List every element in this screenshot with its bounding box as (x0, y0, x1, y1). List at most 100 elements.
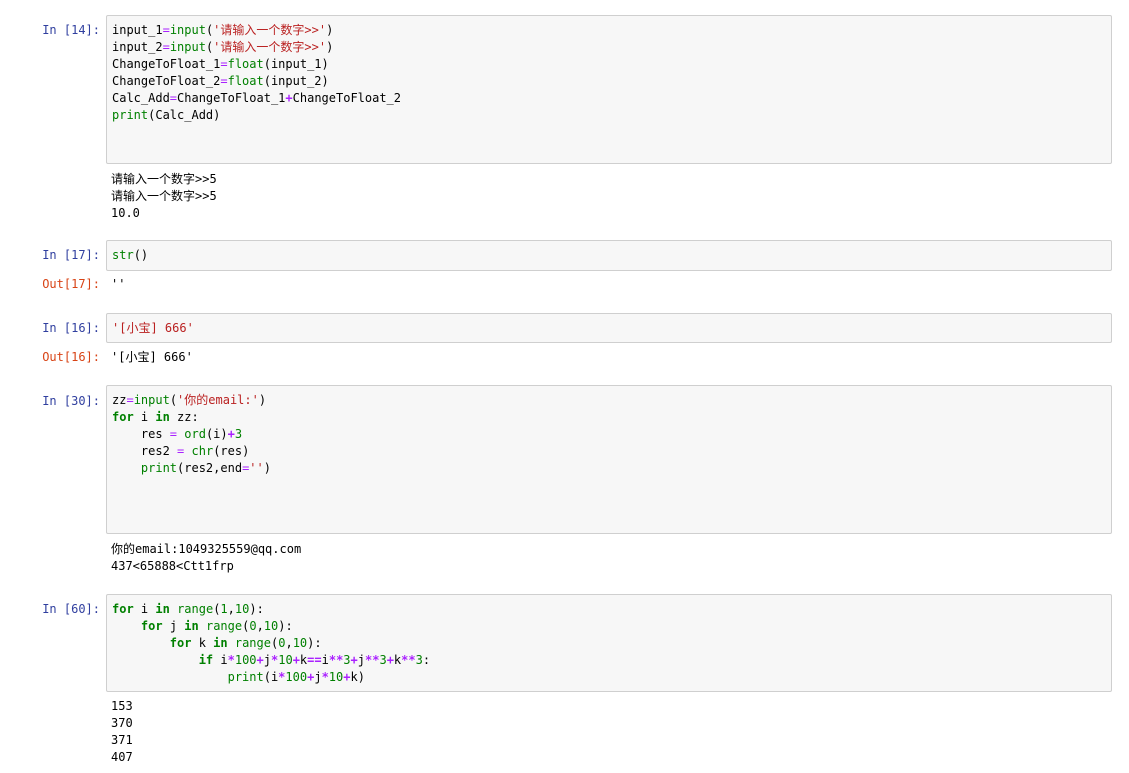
code-token: in (184, 619, 199, 633)
code-token: = (220, 57, 228, 71)
code-token: chr (191, 444, 214, 458)
code-token: ) (263, 461, 271, 475)
code-token: 10 (263, 619, 279, 633)
code-token: ): (278, 619, 293, 633)
code-token: ChangeToFloat_2 (292, 91, 402, 105)
code-token: range (205, 619, 243, 633)
code-input-area[interactable]: for i in range(1,10): for j in range(0,1… (106, 594, 1112, 692)
code-token: i (321, 653, 329, 667)
code-token: + (285, 91, 293, 105)
code-token: (res2,end (177, 461, 243, 475)
code-token: input (169, 23, 206, 37)
output-line: 请输入一个数字>>5 (111, 189, 217, 203)
code-token: (res) (213, 444, 250, 458)
in-prompt: In [17]: (42, 248, 100, 262)
code-token: range (234, 636, 271, 650)
code-line: for i in range(1,10): (112, 601, 1106, 618)
code-token: + (227, 427, 235, 441)
code-token: print (112, 108, 149, 122)
code-token: i (133, 410, 156, 424)
code-line: str() (112, 247, 1106, 264)
code-token: = (169, 427, 178, 441)
output-line: 437<65888<Ctt1frp (111, 559, 234, 573)
code-line: ChangeToFloat_2=float(input_2) (112, 73, 1106, 90)
code-token: , (285, 636, 293, 650)
code-token: (input_1) (263, 57, 329, 71)
code-token: : (422, 653, 431, 667)
code-token: + (350, 653, 358, 667)
code-token: '' (249, 461, 264, 475)
output-line: '[小宝] 666' (111, 350, 193, 364)
code-token: = (162, 23, 170, 37)
code-token: ( (169, 393, 178, 407)
code-token: 10 (278, 653, 293, 667)
in-prompt: In [60]: (42, 602, 100, 616)
code-input-area[interactable]: str() (106, 240, 1112, 271)
code-token: '请输入一个数字>>' (213, 23, 327, 37)
cell-output: 153 370 371 407 (111, 698, 1111, 766)
code-token: + (292, 653, 300, 667)
code-token: ): (307, 636, 322, 650)
code-token: input_2 (112, 40, 163, 54)
code-token: ChangeToFloat_1 (112, 57, 221, 71)
code-input-area[interactable]: zz=input('你的email:') for i in zz: res = o… (106, 385, 1112, 534)
code-token: 3 (379, 653, 387, 667)
code-token: * (227, 653, 235, 667)
code-input-area[interactable]: input_1=input('请输入一个数字>>') input_2=input(… (106, 15, 1112, 164)
code-token: ) (258, 393, 267, 407)
output-line: 370 (111, 716, 133, 730)
code-input-area[interactable]: '[小宝] 666' (106, 313, 1112, 343)
output-line: '' (111, 277, 126, 291)
code-token: in (155, 602, 170, 616)
code-token: 3 (234, 427, 243, 441)
code-token: input_1 (112, 23, 163, 37)
code-token: range (177, 602, 214, 616)
code-token: ord (184, 427, 206, 441)
code-token: ChangeToFloat_2 (112, 74, 221, 88)
code-token: k) (350, 670, 365, 684)
code-token: str (112, 248, 134, 262)
code-token: for (112, 602, 134, 616)
code-token: j (314, 670, 322, 684)
code-token: = (162, 40, 170, 54)
output-line: 10.0 (111, 206, 140, 220)
code-token: , (256, 619, 264, 633)
code-line: '[小宝] 666' (112, 320, 1106, 337)
code-token: + (386, 653, 394, 667)
code-token: in (155, 410, 170, 424)
code-token: () (133, 248, 149, 262)
code-token: ** (401, 653, 416, 667)
cell-output: 请输入一个数字>>5 请输入一个数字>>5 10.0 (111, 171, 1111, 222)
code-token: input (133, 393, 170, 407)
output-line: 407 (111, 750, 133, 764)
code-token: if (198, 653, 214, 667)
code-line: for j in range(0,10): (112, 618, 1106, 635)
code-token: '请输入一个数字>>' (213, 40, 327, 54)
code-token: float (227, 74, 264, 88)
code-token: in (213, 636, 228, 650)
code-line: res2 = chr(res) (112, 443, 1106, 460)
code-token: input (169, 40, 206, 54)
code-token: 10 (292, 636, 308, 650)
code-token: zz (112, 393, 127, 407)
code-token: Calc_Add (112, 91, 170, 105)
code-line: res = ord(i)+3 (112, 426, 1106, 443)
code-line: print(Calc_Add) (112, 107, 1106, 124)
code-token: ): (249, 602, 264, 616)
code-token: i (133, 602, 156, 616)
code-token: ) (326, 23, 334, 37)
code-token: for (169, 636, 192, 650)
code-token: 10 (328, 670, 344, 684)
code-token: res2 (112, 444, 178, 458)
code-line: for k in range(0,10): (112, 635, 1106, 652)
code-token: (Calc_Add) (148, 108, 221, 122)
code-line: ChangeToFloat_1=float(input_1) (112, 56, 1106, 73)
code-token: = (169, 91, 178, 105)
code-token: ** (328, 653, 344, 667)
